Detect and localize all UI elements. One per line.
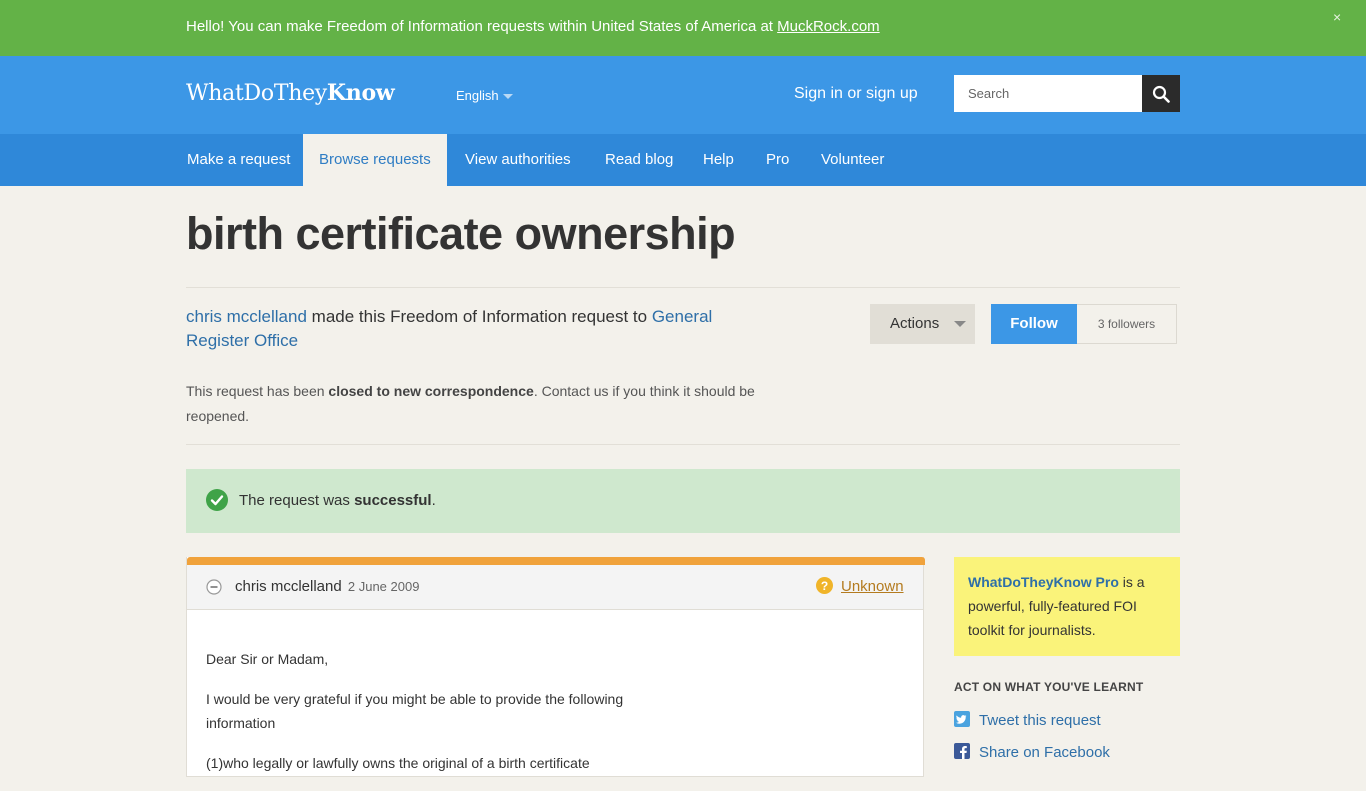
nav-browse-requests[interactable]: Browse requests	[303, 134, 447, 186]
pro-link[interactable]: WhatDoTheyKnow Pro	[968, 574, 1119, 590]
divider	[186, 444, 1180, 445]
search-button[interactable]	[1142, 75, 1180, 112]
page-title: birth certificate ownership	[186, 208, 736, 259]
chevron-down-icon	[954, 321, 966, 327]
question-icon: ?	[816, 577, 833, 594]
contact-us-link[interactable]: Contact us	[542, 383, 609, 399]
actions-dropdown[interactable]: Actions	[870, 304, 975, 344]
nav-make-request[interactable]: Make a request	[171, 134, 306, 186]
search-input[interactable]	[954, 75, 1142, 112]
search-icon	[1152, 85, 1170, 103]
body-paragraph: I would be very grateful if you might be…	[206, 691, 624, 731]
correspondence-author: chris mcclelland 2 June 2009	[235, 578, 420, 595]
closed-notice: This request has been closed to new corr…	[186, 383, 755, 424]
nav-view-authorities[interactable]: View authorities	[449, 134, 587, 186]
followers-count: 3 followers	[1077, 304, 1177, 344]
request-intro: chris mcclelland made this Freedom of In…	[186, 307, 713, 350]
collapse-icon[interactable]	[206, 579, 222, 595]
status-text: The request was successful.	[239, 492, 436, 509]
correspondence-header: chris mcclelland 2 June 2009 ? Unknown	[187, 565, 923, 610]
site-logo[interactable]: WhatDoTheyKnow	[186, 80, 395, 106]
nav-read-blog[interactable]: Read blog	[589, 134, 689, 186]
banner-close-button[interactable]: ×	[1333, 9, 1341, 25]
status-message: The request was successful.	[186, 469, 1180, 533]
correspondence-date: 2 June 2009	[347, 579, 420, 594]
check-circle-icon	[206, 489, 228, 511]
signin-link[interactable]: Sign in or sign up	[794, 85, 918, 103]
site-header: WhatDoTheyKnow English Sign in or sign u…	[0, 56, 1366, 134]
muckrock-link[interactable]: MuckRock.com	[777, 18, 880, 35]
svg-text:?: ?	[821, 579, 828, 593]
body-paragraph: Dear Sir or Madam,	[206, 651, 329, 667]
correspondence-accent-bar	[187, 557, 925, 565]
pro-promo: WhatDoTheyKnow Pro is a powerful, fully-…	[954, 557, 1180, 656]
banner-message: Hello! You can make Freedom of Informati…	[186, 18, 880, 35]
tweet-link[interactable]: Tweet this request	[954, 711, 1101, 729]
twitter-icon	[954, 711, 970, 727]
chevron-down-icon	[502, 94, 513, 100]
body-paragraph: (1)who legally or lawfully owns the orig…	[206, 755, 590, 771]
nav-pro[interactable]: Pro	[750, 134, 805, 186]
requester-link[interactable]: chris mcclelland	[186, 307, 307, 326]
divider	[186, 287, 1180, 288]
facebook-icon	[954, 743, 970, 759]
message-status-link[interactable]: Unknown	[841, 578, 904, 595]
facebook-link[interactable]: Share on Facebook	[954, 743, 1110, 761]
follow-button[interactable]: Follow	[991, 304, 1077, 344]
language-selector[interactable]: English	[456, 88, 513, 103]
nav-help[interactable]: Help	[687, 134, 750, 186]
correspondence-body: Dear Sir or Madam, I would be very grate…	[206, 647, 646, 791]
correspondence-item: chris mcclelland 2 June 2009 ? Unknown D…	[186, 557, 925, 777]
main-nav: Make a request Browse requests View auth…	[0, 134, 1366, 186]
sidebar-heading: ACT ON WHAT YOU'VE LEARNT	[954, 680, 1144, 694]
announcement-banner: Hello! You can make Freedom of Informati…	[0, 0, 1366, 56]
nav-volunteer[interactable]: Volunteer	[805, 134, 900, 186]
